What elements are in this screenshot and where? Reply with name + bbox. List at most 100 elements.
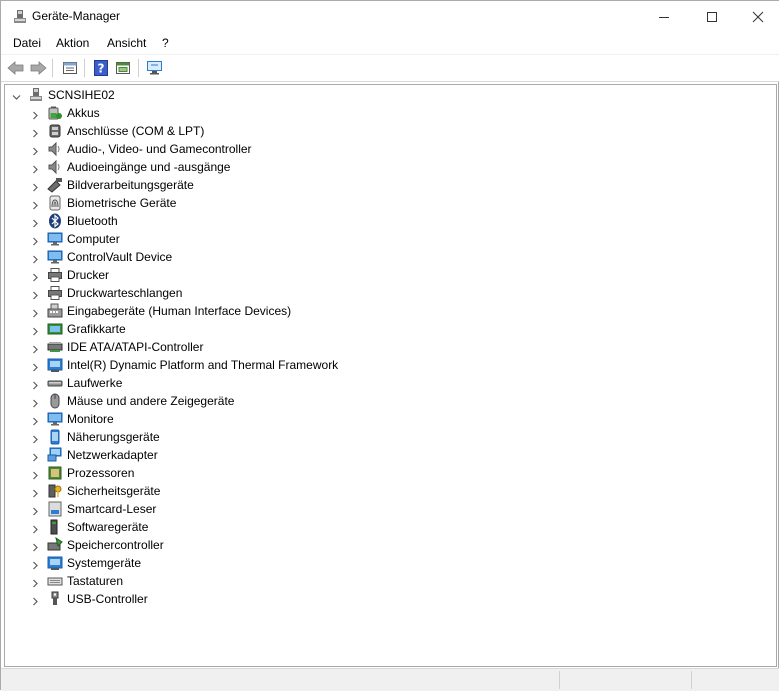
chevron-right-icon[interactable] <box>31 109 39 120</box>
menu-help[interactable]: ? <box>162 36 169 50</box>
chevron-right-icon[interactable] <box>31 595 39 606</box>
chevron-right-icon[interactable] <box>31 163 39 174</box>
port-icon <box>47 123 63 139</box>
chevron-right-icon[interactable] <box>31 397 39 408</box>
chevron-down-icon[interactable] <box>12 91 21 100</box>
chevron-right-icon[interactable] <box>31 253 39 264</box>
chevron-right-icon[interactable] <box>31 325 39 336</box>
tree-root[interactable]: SCNSIHE02 <box>5 86 705 104</box>
menu-view[interactable]: Ansicht <box>107 36 146 50</box>
tree-category[interactable]: IDE ATA/ATAPI-Controller <box>5 338 705 356</box>
update-driver-icon <box>116 62 130 74</box>
scan-hardware-icon <box>147 61 162 75</box>
chevron-right-icon[interactable] <box>31 235 39 246</box>
forward-button[interactable] <box>29 59 47 77</box>
fingerprint-icon <box>47 195 63 211</box>
tree-category[interactable]: Softwaregeräte <box>5 518 705 536</box>
printer-icon <box>47 267 63 283</box>
tree-category-label: Monitore <box>67 412 114 426</box>
tree-category-label: Anschlüsse (COM & LPT) <box>67 124 205 138</box>
tree-category[interactable]: Mäuse und andere Zeigegeräte <box>5 392 705 410</box>
tree-category-label: Systemgeräte <box>67 556 142 570</box>
phone-icon <box>47 429 63 445</box>
menu-action[interactable]: Aktion <box>56 36 89 50</box>
tree-category-label: Prozessoren <box>67 466 135 480</box>
bluetooth-icon <box>47 213 63 229</box>
tree-category[interactable]: Systemgeräte <box>5 554 705 572</box>
monitor-icon <box>47 249 63 265</box>
chevron-right-icon[interactable] <box>31 379 39 390</box>
chevron-right-icon[interactable] <box>31 343 39 354</box>
chevron-right-icon[interactable] <box>31 559 39 570</box>
tree-root-label: SCNSIHE02 <box>48 88 115 102</box>
chevron-right-icon[interactable] <box>31 145 39 156</box>
tree-category[interactable]: Bluetooth <box>5 212 705 230</box>
chevron-right-icon[interactable] <box>31 289 39 300</box>
chevron-right-icon[interactable] <box>31 181 39 192</box>
tree-category[interactable]: Smartcard-Leser <box>5 500 705 518</box>
chevron-right-icon[interactable] <box>31 307 39 318</box>
tree-category[interactable]: Netzwerkadapter <box>5 446 705 464</box>
chevron-right-icon[interactable] <box>31 469 39 480</box>
chevron-right-icon[interactable] <box>31 487 39 498</box>
title-bar[interactable]: Geräte-Manager <box>1 1 779 32</box>
tree-category-label: Biometrische Geräte <box>67 196 177 210</box>
tree-category[interactable]: Monitore <box>5 410 705 428</box>
chevron-right-icon[interactable] <box>31 271 39 282</box>
update-driver-button[interactable] <box>114 59 132 77</box>
tree-category-label: Audioeingänge und -ausgänge <box>67 160 231 174</box>
ide-controller-icon <box>47 339 63 355</box>
tree-category-label: Drucker <box>67 268 110 282</box>
chevron-right-icon[interactable] <box>31 199 39 210</box>
tree-category[interactable]: Speichercontroller <box>5 536 705 554</box>
tree-category[interactable]: Biometrische Geräte <box>5 194 705 212</box>
chevron-right-icon[interactable] <box>31 541 39 552</box>
device-manager-app-icon <box>12 9 28 25</box>
minimize-button[interactable] <box>641 1 687 32</box>
tree-category[interactable]: Tastaturen <box>5 572 705 590</box>
tree-category[interactable]: Audioeingänge und -ausgänge <box>5 158 705 176</box>
device-tree[interactable]: SCNSIHE02 Akkus Anschlüsse (COM & LPT) Aud… <box>4 84 777 667</box>
tree-category[interactable]: Bildverarbeitungsgeräte <box>5 176 705 194</box>
chevron-right-icon[interactable] <box>31 523 39 534</box>
close-icon <box>752 11 764 22</box>
tree-category[interactable]: Druckwarteschlangen <box>5 284 705 302</box>
properties-button[interactable] <box>61 59 79 77</box>
chevron-right-icon[interactable] <box>31 505 39 516</box>
hid-icon <box>47 303 63 319</box>
chevron-right-icon[interactable] <box>31 451 39 462</box>
tree-category[interactable]: Näherungsgeräte <box>5 428 705 446</box>
chevron-right-icon[interactable] <box>31 127 39 138</box>
tree-category[interactable]: Akkus <box>5 104 705 122</box>
window-title: Geräte-Manager <box>32 9 121 23</box>
tree-category[interactable]: USB-Controller <box>5 590 705 608</box>
tree-category[interactable]: Prozessoren <box>5 464 705 482</box>
chevron-right-icon[interactable] <box>31 361 39 372</box>
tree-category-label: USB-Controller <box>67 592 148 606</box>
chevron-right-icon[interactable] <box>31 433 39 444</box>
chevron-right-icon[interactable] <box>31 415 39 426</box>
tree-category[interactable]: Drucker <box>5 266 705 284</box>
tree-category[interactable]: Eingabegeräte (Human Interface Devices) <box>5 302 705 320</box>
tree-category[interactable]: Computer <box>5 230 705 248</box>
tree-category[interactable]: Grafikkarte <box>5 320 705 338</box>
help-icon: ? <box>94 60 108 76</box>
properties-icon <box>63 62 77 74</box>
menu-file[interactable]: Datei <box>13 36 41 50</box>
back-button[interactable] <box>7 59 25 77</box>
tree-category[interactable]: Audio-, Video- und Gamecontroller <box>5 140 705 158</box>
processor-icon <box>47 465 63 481</box>
help-button[interactable]: ? <box>92 59 110 77</box>
tree-category[interactable]: Laufwerke <box>5 374 705 392</box>
tree-category[interactable]: Sicherheitsgeräte <box>5 482 705 500</box>
chevron-right-icon[interactable] <box>31 217 39 228</box>
tree-category[interactable]: Anschlüsse (COM & LPT) <box>5 122 705 140</box>
scan-hardware-button[interactable] <box>146 59 164 77</box>
tree-category[interactable]: Intel(R) Dynamic Platform and Thermal Fr… <box>5 356 705 374</box>
maximize-button[interactable] <box>689 1 735 32</box>
chevron-right-icon[interactable] <box>31 577 39 588</box>
tree-category[interactable]: ControlVault Device <box>5 248 705 266</box>
tree-category-label: Sicherheitsgeräte <box>67 484 161 498</box>
close-button[interactable] <box>735 1 780 32</box>
tree-category-label: Bildverarbeitungsgeräte <box>67 178 194 192</box>
